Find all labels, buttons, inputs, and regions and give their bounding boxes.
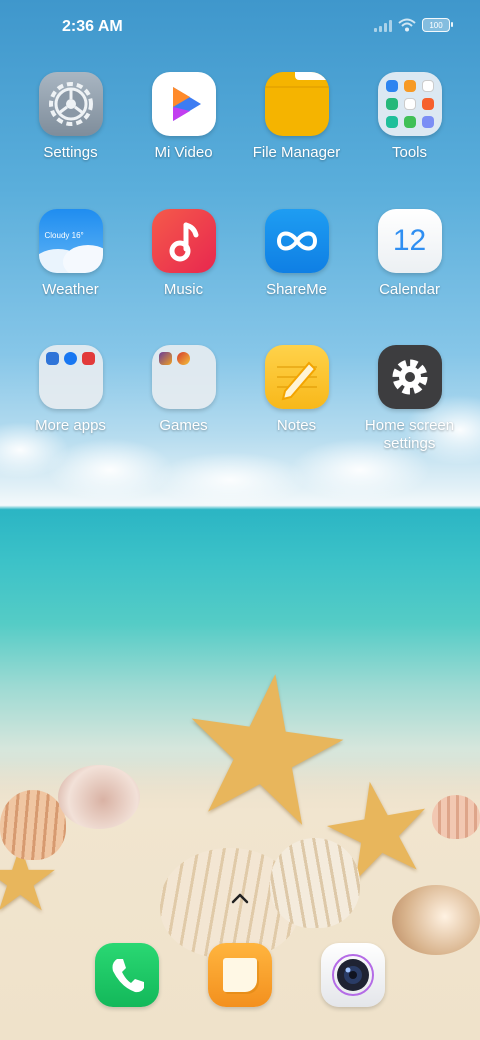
app-folder-tools[interactable]: Tools [353,72,466,162]
status-icons: 100 [374,18,453,32]
camera-icon[interactable] [321,943,385,1007]
app-calendar[interactable]: 12 Calendar [353,209,466,299]
app-label: Notes [276,417,317,434]
app-label: Calendar [379,281,440,298]
seashell [432,795,480,839]
app-label: ShareMe [266,281,327,298]
app-shareme[interactable]: ShareMe [240,209,353,299]
play-icon [151,72,216,136]
music-note-icon [151,209,216,273]
status-time: 2:36 AM [62,18,123,35]
calendar-day: 12 [392,224,427,257]
gear-icon [377,345,442,409]
seashell [0,790,66,860]
battery-icon: 100 [422,18,453,32]
infinity-icon [264,209,329,273]
app-label: File Manager [252,144,341,161]
notes-icon [264,345,329,409]
seashell [58,765,140,829]
calendar-icon: 12 [377,209,442,273]
weather-icon: Cloudy 16° [38,209,103,273]
app-label: Games [159,417,208,434]
app-weather[interactable]: Cloudy 16° Weather [14,209,127,299]
app-file-manager[interactable]: File Manager [240,72,353,162]
app-mi-video[interactable]: Mi Video [127,72,240,162]
folder-icon [264,72,329,136]
folder-more-apps-icon [38,345,103,409]
folder-games-icon [151,345,216,409]
messages-icon[interactable] [208,943,272,1007]
app-label: Tools [391,144,428,161]
app-music[interactable]: Music [127,209,240,299]
status-bar: 2:36 AM 100 [0,0,480,56]
app-label: Music [163,281,204,298]
seashell [392,885,480,955]
weather-widget-text: Cloudy 16° [44,231,84,240]
app-label: Mi Video [154,144,213,161]
signal-icon [374,19,392,32]
app-label: Settings [43,144,98,161]
app-label: Home screen settings [364,417,455,452]
app-notes[interactable]: Notes [240,345,353,435]
app-label: More apps [35,417,106,434]
battery-level: 100 [429,20,443,30]
wifi-icon [398,18,416,32]
app-home-screen-settings[interactable]: Home screen settings [353,345,466,453]
folder-tools-icon [377,72,442,136]
chevron-up-icon[interactable] [228,888,252,908]
app-label: Weather [42,281,99,298]
app-folder-games[interactable]: Games [127,345,240,435]
settings-icon [38,72,103,136]
app-folder-more-apps[interactable]: More apps [14,345,127,435]
phone-icon[interactable] [95,943,159,1007]
app-settings[interactable]: Settings [14,72,127,162]
seashell [270,838,360,928]
